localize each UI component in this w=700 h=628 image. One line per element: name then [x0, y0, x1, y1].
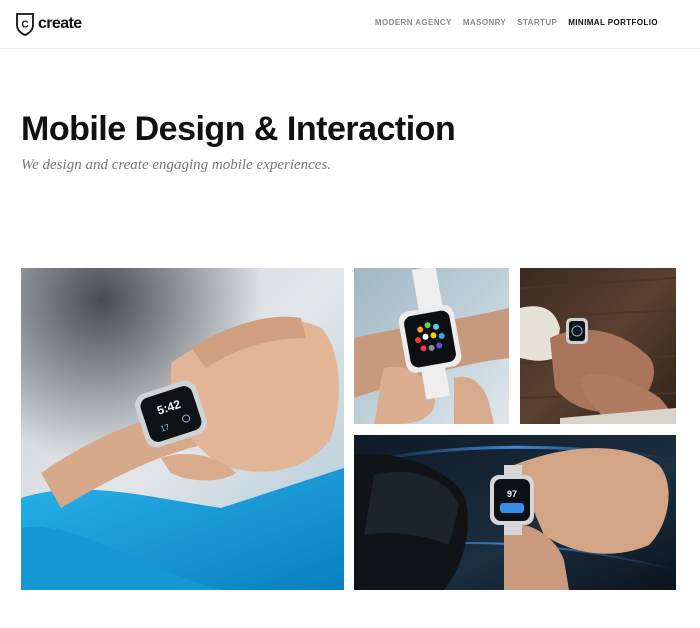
nav-modern-agency[interactable]: MODERN AGENCY	[375, 18, 452, 27]
logo[interactable]: C create	[15, 11, 82, 37]
logo-mark: C	[21, 20, 28, 31]
gallery-item-wood-table-watch[interactable]	[520, 268, 676, 424]
nav-startup[interactable]: STARTUP	[517, 18, 557, 27]
shield-logo-icon: C	[16, 13, 34, 36]
watch-photo-apps	[354, 268, 509, 424]
page-subtitle: We design and create engaging mobile exp…	[21, 157, 332, 173]
gallery-item-car-watch[interactable]: 97	[354, 435, 676, 590]
watch-photo-wood	[520, 268, 676, 424]
nav-masonry[interactable]: MASONRY	[463, 18, 506, 27]
nav-minimal-portfolio[interactable]: MINIMAL PORTFOLIO	[568, 18, 658, 27]
watch-photo-car: 97	[354, 435, 676, 590]
logo-text: create	[38, 15, 82, 32]
gallery-item-large-watch[interactable]: 5:42 17	[21, 268, 344, 590]
main-nav: MODERN AGENCY MASONRY STARTUP MINIMAL PO…	[364, 18, 658, 27]
gallery-item-app-grid-watch[interactable]	[354, 268, 509, 424]
watch-photo-large: 5:42 17	[21, 268, 344, 590]
page-title: Mobile Design & Interaction	[21, 110, 456, 148]
site-header: C create MODERN AGENCY MASONRY STARTUP M…	[0, 0, 700, 49]
watch-battery-car: 97	[507, 489, 517, 499]
